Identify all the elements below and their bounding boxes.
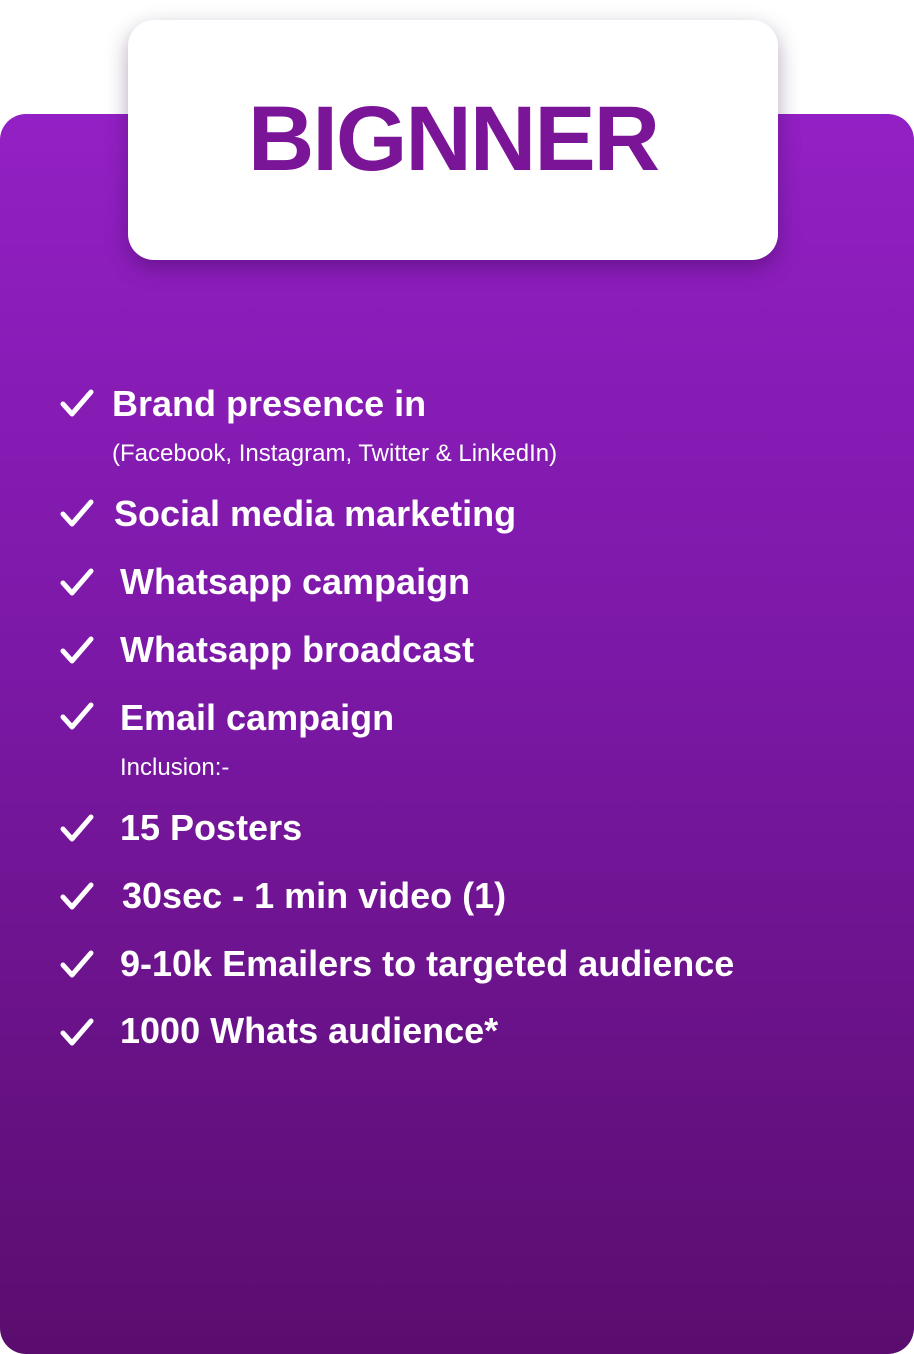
checkmark-icon [60,882,94,912]
pricing-card-page: BIGNNER Brand presence in (Facebook, Ins… [0,0,914,1354]
checkmark-icon [60,702,94,732]
feature-label: Whatsapp campaign [120,561,471,602]
checkmark-icon [60,499,94,529]
checkmark-icon [60,1018,94,1048]
checkmark-icon [60,950,94,980]
feature-label: Whatsapp broadcast [120,629,475,670]
feature-list: Brand presence in (Facebook, Instagram, … [0,0,914,1354]
checkmark-icon [60,568,94,598]
feature-label: Email campaign [120,697,395,738]
checkmark-icon [60,636,94,666]
feature-label: Brand presence in [112,383,427,424]
feature-sublabel: Inclusion:- [120,754,230,781]
feature-label: 30sec - 1 min video (1) [122,875,507,916]
checkmark-icon [60,814,94,844]
feature-label: Social media marketing [114,493,517,534]
checkmark-icon [60,389,94,419]
feature-sublabel: (Facebook, Instagram, Twitter & LinkedIn… [112,440,558,467]
feature-label: 15 Posters [120,807,303,848]
feature-label: 9-10k Emailers to targeted audience [120,943,735,984]
feature-label: 1000 Whats audience* [120,1010,499,1051]
